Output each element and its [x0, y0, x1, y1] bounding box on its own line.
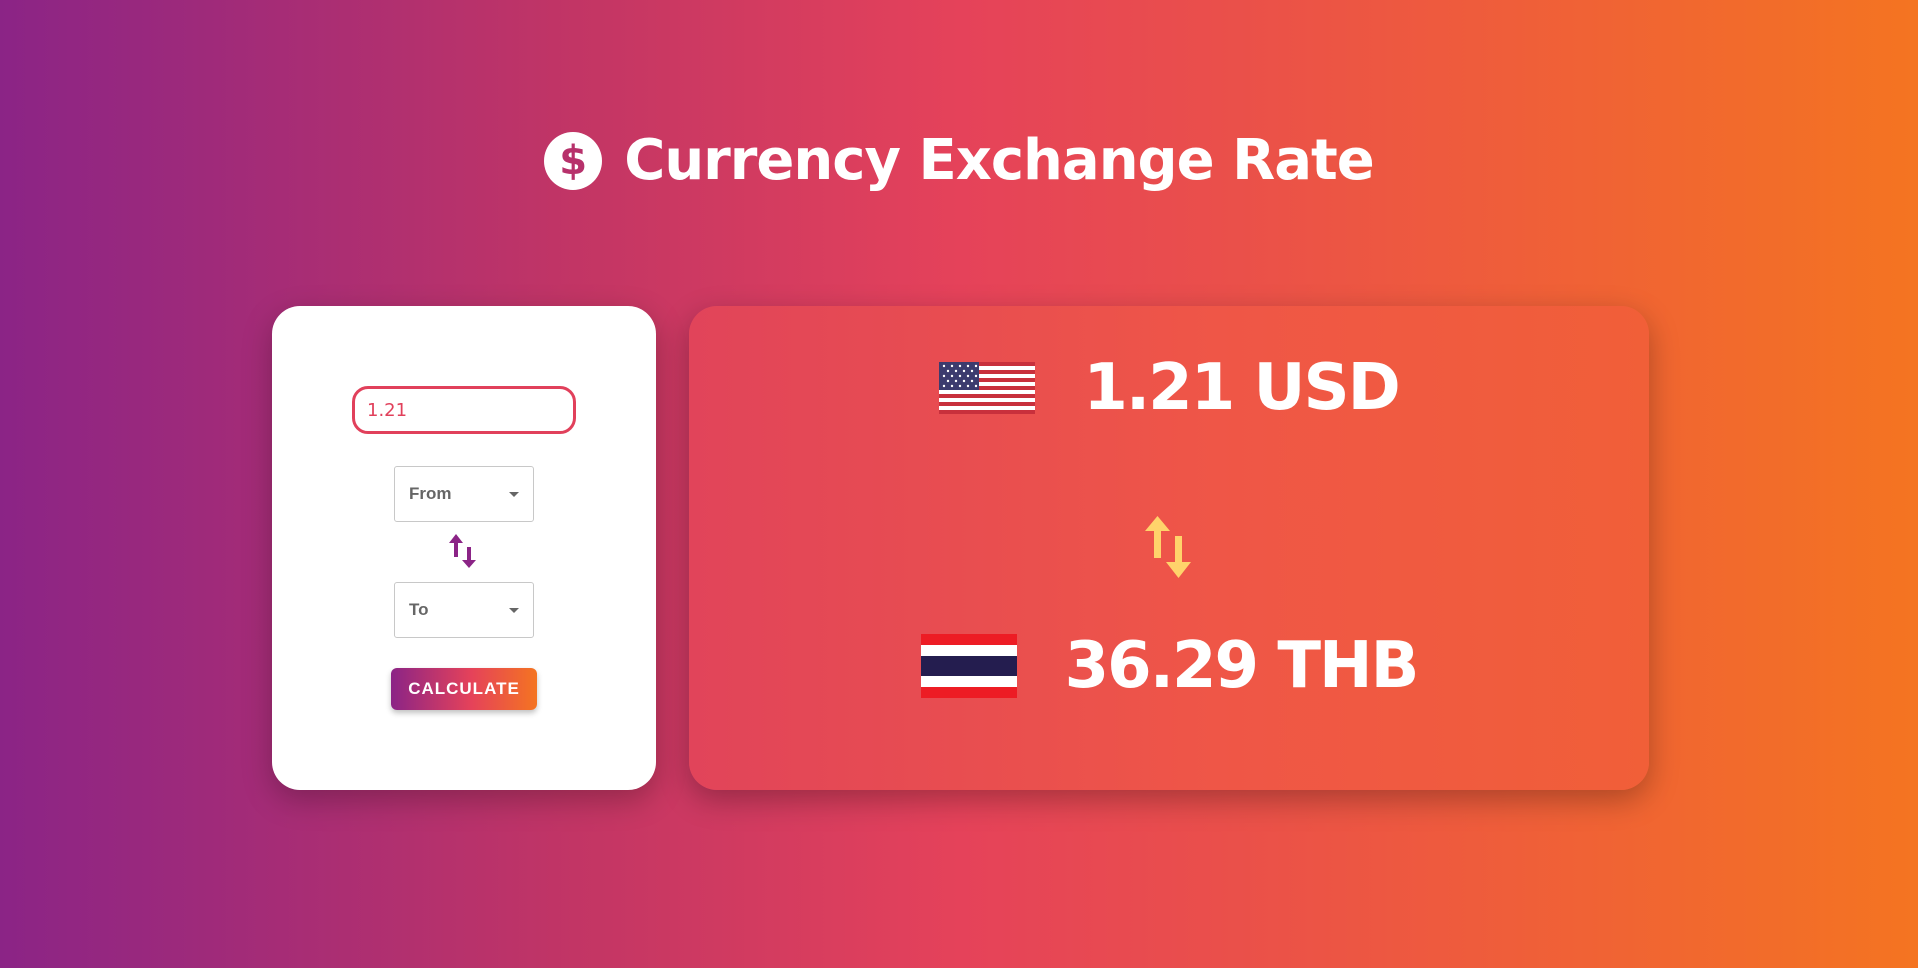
page-title: Currency Exchange Rate: [624, 128, 1375, 193]
us-flag-icon: [939, 362, 1036, 414]
chevron-down-icon: [509, 607, 519, 613]
to-amount-text: 36.29 THB: [1064, 629, 1420, 703]
swap-arrows-icon: [1145, 516, 1191, 578]
amount-input[interactable]: [352, 386, 576, 434]
converter-form-card: From To CALCULATE: [272, 306, 656, 790]
to-result-row: 36.29 THB: [689, 626, 1649, 706]
from-select-label: From: [409, 484, 452, 503]
from-amount-text: 1.21 USD: [1083, 351, 1400, 425]
result-card: 1.21 USD 36.29 THB: [689, 306, 1649, 790]
swap-arrows-icon[interactable]: [448, 534, 478, 568]
calculate-button[interactable]: CALCULATE: [391, 668, 537, 710]
from-result-row: 1.21 USD: [689, 348, 1649, 428]
page-header: $ Currency Exchange Rate: [0, 128, 1918, 193]
thailand-flag-icon: [920, 634, 1017, 698]
from-currency-select[interactable]: From: [394, 466, 534, 522]
to-select-label: To: [409, 600, 429, 619]
chevron-down-icon: [509, 491, 519, 497]
dollar-circle-icon: $: [544, 131, 603, 190]
to-currency-select[interactable]: To: [394, 582, 534, 638]
